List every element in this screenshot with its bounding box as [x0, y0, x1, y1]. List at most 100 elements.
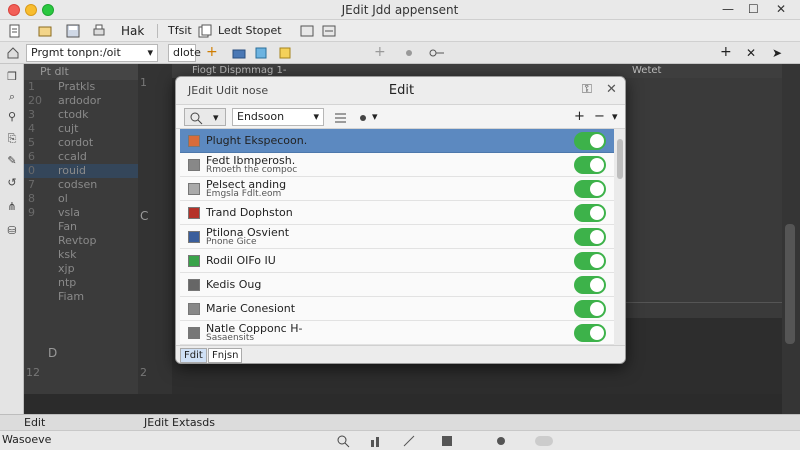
file-tree-row[interactable]: Fiam	[24, 290, 138, 304]
sparkle-icon[interactable]	[402, 46, 416, 60]
close-icon[interactable]: ✕	[776, 2, 786, 16]
toggle-knob	[590, 326, 604, 340]
plugin-icon	[188, 327, 200, 339]
file-tree-row[interactable]: Fan	[24, 220, 138, 234]
chart-icon[interactable]	[370, 434, 388, 448]
dialog-secondary-button[interactable]: Fnjsn	[208, 348, 243, 363]
plugin-enable-toggle[interactable]	[574, 324, 606, 342]
file-tree-panel: Pt dlt 1 Pratkls 20 ardodor 3 ctodk 4 cujt 5 cord…	[24, 64, 138, 394]
plugin-row[interactable]: Fedt Ibmperosh. Rmoeth the compoc	[180, 153, 614, 177]
plugin-enable-toggle[interactable]	[574, 252, 606, 270]
dialog-filter-combo[interactable]: Endsoon ▾	[232, 108, 324, 126]
file-tree-row[interactable]: 7 codsen	[24, 178, 138, 192]
toggle-knob	[590, 206, 604, 220]
copy-icon[interactable]	[198, 24, 212, 38]
close-combo[interactable]: dlote	[168, 44, 201, 62]
build-icon[interactable]	[232, 46, 246, 60]
editor-tab-2[interactable]: Wetet	[632, 65, 661, 76]
add-icon[interactable]: +	[206, 44, 218, 60]
file-tree-row-label: Revtop	[58, 234, 97, 247]
chevron-down-icon[interactable]: ▾	[372, 110, 378, 123]
project-combo[interactable]: Prgmt tonpn:/oit ▾	[26, 44, 158, 62]
plugin-enable-toggle[interactable]	[574, 204, 606, 222]
dialog-close-icon[interactable]: ✕	[606, 82, 617, 97]
wand-icon[interactable]	[402, 434, 420, 448]
home-icon[interactable]	[6, 46, 20, 60]
plugin-enable-toggle[interactable]	[574, 276, 606, 294]
list-icon[interactable]	[334, 111, 348, 125]
editor-tab-1[interactable]: Fiogt Dispmmag 1-	[192, 65, 287, 76]
bookmark-icon[interactable]	[278, 46, 292, 60]
toggle-icon[interactable]	[534, 434, 554, 448]
file-tree-row[interactable]: 8 ol	[24, 192, 138, 206]
plugin-enable-toggle[interactable]	[574, 156, 606, 174]
database-side-icon[interactable]: ⛁	[5, 224, 19, 238]
dialog-edit-button[interactable]: Fdit	[180, 348, 207, 363]
dialog-search-button[interactable]: ▾	[184, 108, 226, 126]
pointer-icon[interactable]: ➤	[772, 45, 782, 61]
copy-side-icon[interactable]: ⎘	[5, 132, 19, 146]
file-tree-row[interactable]: 5 cordot	[24, 136, 138, 150]
close-panel-icon[interactable]: ✕	[746, 45, 756, 61]
file-tree-row[interactable]: ksk	[24, 248, 138, 262]
file-tree-row[interactable]: 6 ccald	[24, 150, 138, 164]
open-file-icon[interactable]	[38, 24, 52, 38]
save-icon[interactable]	[66, 24, 80, 38]
file-tree-row[interactable]: 20 ardodor	[24, 94, 138, 108]
file-tree-row[interactable]: xjp	[24, 262, 138, 276]
plugin-row[interactable]: Rodil OIFo IU	[180, 249, 614, 273]
add-panel-icon[interactable]: +	[720, 44, 732, 60]
plugin-row[interactable]: Plught Ekspecoon.	[180, 129, 614, 153]
minimize-icon[interactable]: —	[722, 2, 734, 16]
sparkle-icon[interactable]	[356, 111, 370, 125]
file-tree-row[interactable]: 0 rouid	[24, 164, 138, 178]
lock-icon[interactable]: ⚿	[582, 82, 592, 97]
file-tree-row[interactable]: 3 ctodk	[24, 108, 138, 122]
plugin-enable-toggle[interactable]	[574, 180, 606, 198]
plugin-row[interactable]: Natle Copponc H- Sasaensits	[180, 321, 614, 345]
file-tree-row[interactable]: 1 Pratkls	[24, 80, 138, 94]
plugin-list-scrollbar-thumb[interactable]	[617, 139, 623, 179]
pen-side-icon[interactable]: ✎	[5, 154, 19, 168]
file-tree-row-label: ntp	[58, 276, 77, 289]
toolbar-tfsit[interactable]: Tfsit	[168, 23, 192, 39]
dialog-add-icon[interactable]: +	[574, 109, 585, 124]
plugin-list-scrollbar[interactable]	[614, 129, 625, 345]
tree-side-icon[interactable]: ⋔	[5, 200, 19, 214]
link-side-icon[interactable]: ⚲	[5, 110, 19, 124]
toolbar-hak[interactable]: Hak	[121, 23, 144, 39]
plugin-row[interactable]: Ptilona Osvient Pnone Gice	[180, 225, 614, 249]
search-side-icon[interactable]: ⌕	[5, 90, 19, 104]
toolbar-ledit-stopet[interactable]: Ledt Stopet	[218, 23, 282, 39]
dialog-menu-icon[interactable]: ▾	[612, 110, 618, 123]
dialog-remove-icon[interactable]: −	[594, 109, 605, 124]
editor-scrollbar-thumb[interactable]	[785, 224, 795, 344]
file-tree-row[interactable]: Revtop	[24, 234, 138, 248]
plugin-row[interactable]: Kedis Oug	[180, 273, 614, 297]
plus-icon[interactable]: +	[374, 44, 386, 60]
stop-icon[interactable]	[440, 434, 454, 448]
find-icon[interactable]	[300, 24, 314, 38]
bell-icon[interactable]	[494, 434, 512, 448]
plugin-row[interactable]: Trand Dophston	[180, 201, 614, 225]
file-tree-row[interactable]: 9 vsla	[24, 206, 138, 220]
tool-icon[interactable]	[254, 46, 268, 60]
undo-side-icon[interactable]: ↺	[5, 176, 19, 190]
editor-scrollbar[interactable]	[782, 64, 800, 419]
new-file-icon[interactable]	[8, 24, 22, 38]
plugin-row[interactable]: Pelsect anding Emgsla Fdlt.eom	[180, 177, 614, 201]
right-editor-panel	[626, 78, 782, 318]
branch-icon[interactable]	[428, 46, 448, 60]
bookmark-side-icon[interactable]: ❒	[5, 70, 19, 84]
print-icon[interactable]	[92, 24, 106, 38]
plugin-enable-toggle[interactable]	[574, 228, 606, 246]
maximize-icon[interactable]: ☐	[748, 2, 759, 16]
replace-icon[interactable]	[322, 24, 336, 38]
zoom-icon[interactable]	[336, 434, 354, 448]
file-tree-row[interactable]: 4 cujt	[24, 122, 138, 136]
plugin-row[interactable]: Marie Conesiont	[180, 297, 614, 321]
file-tree-row[interactable]: ntp	[24, 276, 138, 290]
plugin-enable-toggle[interactable]	[574, 300, 606, 318]
file-tree-row-label: Pratkls	[58, 80, 96, 93]
plugin-enable-toggle[interactable]	[574, 132, 606, 150]
